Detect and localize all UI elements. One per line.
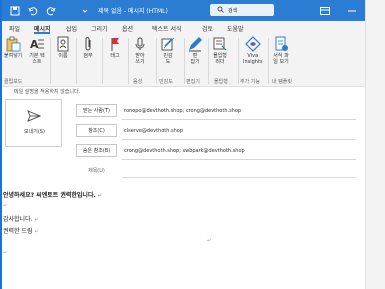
signature-text: 권력한 드림 — [3, 228, 33, 235]
menu-bar: 파일 메시지 삽입 그리기 옵션 텍스트 서식 검토 도움말 — [2, 21, 365, 34]
send-icon — [27, 110, 41, 122]
flag-icon — [106, 36, 124, 52]
ribbon-separator — [128, 38, 129, 84]
names-button[interactable]: 이름 — [54, 36, 72, 59]
address-book-icon — [54, 36, 72, 52]
basic-text-label: 기본 텍 스트 — [29, 53, 45, 65]
attach-button[interactable]: 첨부 — [79, 36, 97, 59]
paragraph-mark: ↵ — [3, 203, 8, 209]
group-clipboard: 클립보드 — [4, 79, 23, 85]
window-title: 제목 없음 - 메시지 (HTML) — [98, 8, 168, 15]
clipboard-icon — [4, 36, 22, 52]
group-my-templates: 내 템플릿 — [272, 79, 292, 85]
editor-pen-icon — [186, 36, 204, 52]
title-bar: 제목 없음 - 메시지 (HTML) 검색 — [2, 0, 365, 21]
menu-draw[interactable]: 그리기 — [91, 24, 108, 33]
group-voice: 음성 — [133, 79, 143, 85]
search-box[interactable]: 검색 — [210, 4, 274, 16]
right-panel-strip — [365, 0, 385, 289]
text-format-icon: A — [28, 36, 46, 52]
dictate-label: 받아 쓰기 — [135, 53, 145, 65]
cc-button[interactable]: 참조(C) — [76, 124, 117, 137]
dictate-button[interactable]: 받아 쓰기 — [131, 36, 149, 65]
minimize-icon[interactable] — [348, 5, 356, 16]
group-immersive: 몰입형 — [214, 79, 228, 85]
to-field[interactable]: ronopo@devthoth.shop; crong@devthoth.sho… — [124, 108, 241, 114]
undo-icon[interactable] — [28, 5, 38, 16]
menu-options[interactable]: 옵션 — [122, 24, 133, 33]
cc-field[interactable]: clserve@devthoth.shop — [124, 128, 183, 134]
greeting-text: 안녕하세요? 씨엔토트 권력한입니다. — [3, 192, 96, 199]
send-label: 보내기(S) — [24, 129, 45, 135]
attach-label: 첨부 — [83, 53, 93, 59]
my-templates-button[interactable]: 서식 파 일 보기 — [272, 36, 290, 65]
cc-field-underline — [122, 139, 356, 140]
search-icon — [217, 6, 224, 13]
bcc-field-underline — [122, 159, 356, 160]
paragraph-mark: ↵ — [34, 229, 39, 235]
my-templates-label: 서식 파 일 보기 — [273, 53, 289, 65]
ribbon-separator — [238, 38, 239, 84]
ribbon-separator — [208, 38, 209, 84]
group-add-ins: 추가 기능 — [240, 79, 260, 85]
viva-insights-label: Viva Insights — [243, 53, 263, 65]
customize-toolbar-icon[interactable] — [82, 5, 88, 16]
paragraph-mark: ↵ — [3, 250, 8, 256]
tags-label: 태그 — [110, 53, 120, 59]
thanks-text: 감사합니다. — [3, 216, 33, 223]
paragraph-mark: ↵ — [34, 217, 39, 223]
ribbon-separator — [76, 38, 77, 84]
ribbon-separator — [268, 38, 269, 84]
menu-review[interactable]: 검토 — [202, 24, 213, 33]
tags-button[interactable]: 태그 — [106, 36, 124, 59]
redo-icon[interactable] — [46, 5, 56, 16]
bcc-field[interactable]: crong@devthoth.shop; swbpark@devthoth.sh… — [124, 148, 245, 154]
to-field-underline — [122, 119, 356, 120]
paperclip-icon — [79, 36, 97, 52]
group-sensitivity: 민감도 — [159, 79, 173, 85]
group-editor: 편집기 — [186, 79, 200, 85]
ribbon-separator — [50, 38, 51, 84]
menu-format-text[interactable]: 텍스트 서식 — [152, 24, 182, 33]
body-signature[interactable]: 권력한 드림 ↵ — [3, 226, 39, 235]
ribbon: 붙여넣기 A 기본 텍 스트 이름 첨부 태그 받아 쓰기 민감 도 편 집기 … — [2, 34, 365, 87]
menu-help[interactable]: 도움말 — [227, 24, 244, 33]
menu-file[interactable]: 파일 — [9, 24, 20, 33]
to-button[interactable]: 받는 사람(T) — [76, 104, 117, 117]
subject-label: 제목(U) — [88, 168, 105, 174]
bcc-button[interactable]: 숨은 참조(B) — [76, 144, 117, 157]
search-placeholder: 검색 — [228, 8, 238, 14]
editor-label: 편 집기 — [190, 53, 200, 65]
menu-insert[interactable]: 삽입 — [66, 24, 77, 33]
body-thanks[interactable]: 감사합니다. ↵ — [3, 214, 39, 223]
svg-text:A: A — [30, 38, 39, 51]
immersive-reader-label: 몰입형 리더 — [213, 53, 227, 65]
templates-icon — [272, 36, 290, 52]
subject-field[interactable] — [122, 177, 356, 178]
save-icon[interactable] — [10, 5, 20, 16]
editor-button[interactable]: 편 집기 — [186, 36, 204, 65]
ribbon-display-icon[interactable] — [320, 5, 330, 16]
viva-insights-button[interactable]: Viva Insights — [243, 36, 263, 65]
send-button[interactable]: 보내기(S) — [5, 99, 62, 147]
paragraph-mark: ↵ — [207, 238, 212, 244]
ribbon-separator — [102, 38, 103, 84]
names-label: 이름 — [58, 53, 68, 59]
sensitivity-icon — [159, 36, 177, 52]
ribbon-separator — [156, 38, 157, 84]
immersive-reader-button[interactable]: 몰입형 리더 — [211, 36, 229, 65]
body-greeting[interactable]: 안녕하세요? 씨엔토트 권력한입니다. ↵ — [3, 190, 102, 199]
ribbon-separator — [184, 38, 185, 84]
paste-button[interactable]: 붙여넣기 — [4, 36, 22, 59]
immersive-reader-icon — [211, 36, 229, 52]
basic-text-button[interactable]: A 기본 텍 스트 — [28, 36, 46, 65]
viva-insights-icon — [244, 36, 262, 52]
microphone-icon — [131, 36, 149, 52]
sensitivity-label: 민감 도 — [163, 53, 173, 65]
paragraph-mark: ↵ — [97, 193, 102, 199]
paste-label: 붙여넣기 — [4, 53, 23, 59]
info-bar: 메일 설명을 적용하지 않습니다. — [14, 89, 81, 95]
sensitivity-button[interactable]: 민감 도 — [159, 36, 177, 65]
